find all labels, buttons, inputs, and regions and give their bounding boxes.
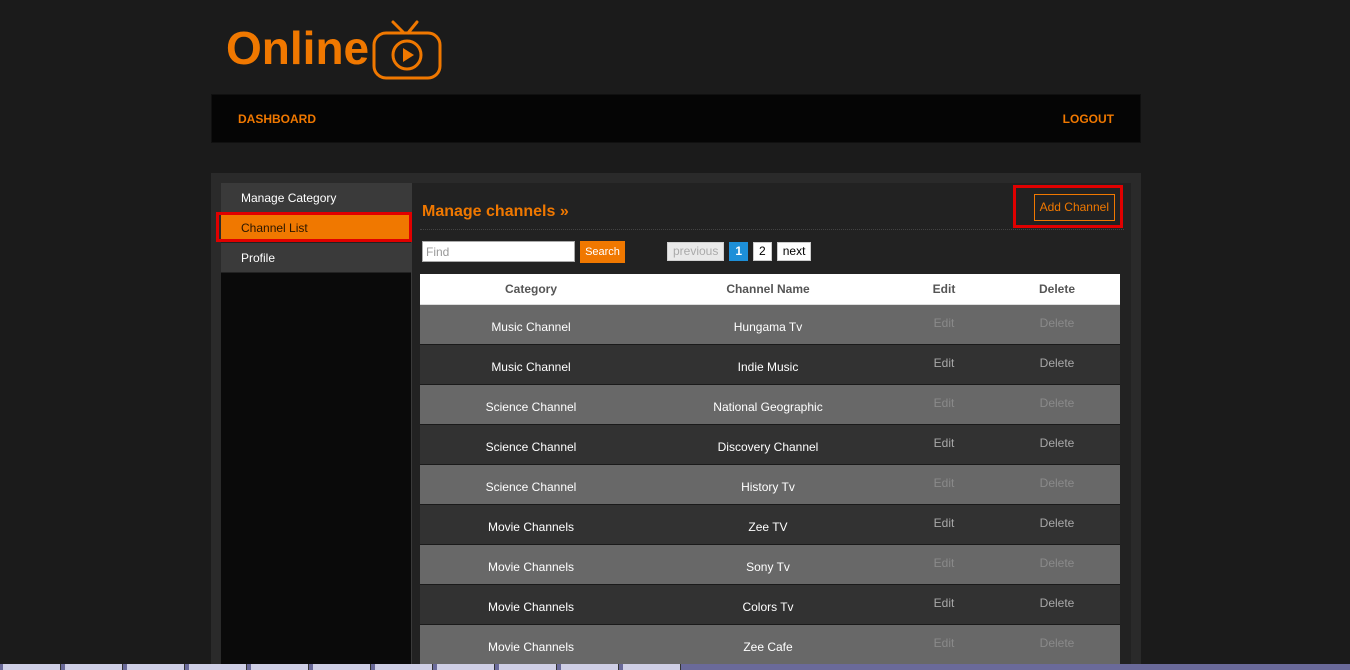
cell-category: Music Channel xyxy=(420,303,642,344)
delete-link[interactable]: Delete xyxy=(994,623,1120,664)
pagination: previous 1 2 next xyxy=(667,242,812,261)
cell-channel-name: National Geographic xyxy=(642,383,894,424)
delete-link[interactable]: Delete xyxy=(994,583,1120,624)
cell-category: Science Channel xyxy=(420,463,642,504)
table-row: Music Channel Indie Music Edit Delete xyxy=(420,343,1120,384)
pager-page-2[interactable]: 2 xyxy=(753,242,772,261)
taskbar-button[interactable] xyxy=(65,664,123,670)
sidebar: Manage Category Channel List Profile xyxy=(221,183,411,670)
nav-logout-link[interactable]: LOGOUT xyxy=(1063,112,1114,126)
cell-category: Movie Channels xyxy=(420,503,642,544)
taskbar-button[interactable] xyxy=(437,664,495,670)
table-row: Movie Channels Sony Tv Edit Delete xyxy=(420,543,1120,584)
taskbar-button[interactable] xyxy=(3,664,61,670)
edit-link[interactable]: Edit xyxy=(894,543,994,584)
taskbar-button[interactable] xyxy=(313,664,371,670)
header-delete: Delete xyxy=(994,274,1120,305)
main-container: Manage Category Channel List Profile Man… xyxy=(211,173,1141,670)
delete-link[interactable]: Delete xyxy=(994,543,1120,584)
cell-channel-name: Discovery Channel xyxy=(642,423,894,464)
cell-channel-name: Zee Cafe xyxy=(642,623,894,664)
page: Online DASHBOARD LOGOUT Manage Category … xyxy=(0,0,1350,670)
table-row: Science Channel History Tv Edit Delete xyxy=(420,463,1120,504)
table-row: Science Channel National Geographic Edit… xyxy=(420,383,1120,424)
table-row: Movie Channels Zee TV Edit Delete xyxy=(420,503,1120,544)
pager-page-1[interactable]: 1 xyxy=(729,242,749,261)
cell-channel-name: Indie Music xyxy=(642,343,894,384)
cell-channel-name: Sony Tv xyxy=(642,543,894,584)
header-edit: Edit xyxy=(894,274,994,305)
sidebar-item-profile[interactable]: Profile xyxy=(221,243,411,273)
cell-category: Science Channel xyxy=(420,423,642,464)
taskbar-button[interactable] xyxy=(251,664,309,670)
tv-play-icon xyxy=(371,19,443,80)
table-row: Science Channel Discovery Channel Edit D… xyxy=(420,423,1120,464)
table-row: Movie Channels Colors Tv Edit Delete xyxy=(420,583,1120,624)
edit-link[interactable]: Edit xyxy=(894,503,994,544)
taskbar-button[interactable] xyxy=(561,664,619,670)
delete-link[interactable]: Delete xyxy=(994,423,1120,464)
edit-link[interactable]: Edit xyxy=(894,623,994,664)
taskbar xyxy=(0,664,1350,670)
delete-link[interactable]: Delete xyxy=(994,343,1120,384)
cell-category: Movie Channels xyxy=(420,583,642,624)
cell-category: Movie Channels xyxy=(420,543,642,584)
cell-category: Science Channel xyxy=(420,383,642,424)
add-channel-button[interactable]: Add Channel xyxy=(1033,194,1115,221)
page-title: Manage channels » xyxy=(422,203,569,220)
search-button[interactable]: Search xyxy=(580,241,625,263)
edit-link[interactable]: Edit xyxy=(894,383,994,424)
logo-text: Online xyxy=(226,22,370,74)
delete-link[interactable]: Delete xyxy=(994,463,1120,504)
cell-channel-name: History Tv xyxy=(642,463,894,504)
site-logo[interactable]: Online xyxy=(226,16,443,80)
content-panel: Manage channels » Add Channel Search pre… xyxy=(411,183,1131,670)
cell-category: Music Channel xyxy=(420,343,642,384)
table-row: Movie Channels Zee Cafe Edit Delete xyxy=(420,623,1120,664)
header-channel-name: Channel Name xyxy=(642,274,894,305)
edit-link[interactable]: Edit xyxy=(894,343,994,384)
title-divider xyxy=(420,229,1124,230)
taskbar-button[interactable] xyxy=(127,664,185,670)
channel-table: Category Channel Name Edit Delete Music … xyxy=(420,274,1120,664)
taskbar-button[interactable] xyxy=(375,664,433,670)
cell-category: Movie Channels xyxy=(420,623,642,664)
edit-link[interactable]: Edit xyxy=(894,423,994,464)
edit-link[interactable]: Edit xyxy=(894,583,994,624)
sidebar-item-manage-category[interactable]: Manage Category xyxy=(221,183,411,213)
cell-channel-name: Colors Tv xyxy=(642,583,894,624)
table-header-row: Category Channel Name Edit Delete xyxy=(420,274,1120,305)
delete-link[interactable]: Delete xyxy=(994,383,1120,424)
taskbar-button[interactable] xyxy=(189,664,247,670)
header-category: Category xyxy=(420,274,642,305)
top-navigation: DASHBOARD LOGOUT xyxy=(211,94,1141,143)
pager-previous[interactable]: previous xyxy=(667,242,725,261)
delete-link[interactable]: Delete xyxy=(994,303,1120,344)
delete-link[interactable]: Delete xyxy=(994,503,1120,544)
edit-link[interactable]: Edit xyxy=(894,463,994,504)
pager-next[interactable]: next xyxy=(776,242,812,261)
search-input[interactable] xyxy=(422,241,575,262)
sidebar-item-channel-list[interactable]: Channel List xyxy=(221,213,411,243)
cell-channel-name: Zee TV xyxy=(642,503,894,544)
edit-link[interactable]: Edit xyxy=(894,303,994,344)
table-row: Music Channel Hungama Tv Edit Delete xyxy=(420,303,1120,344)
cell-channel-name: Hungama Tv xyxy=(642,303,894,344)
nav-dashboard-link[interactable]: DASHBOARD xyxy=(238,112,316,126)
taskbar-button[interactable] xyxy=(623,664,681,670)
taskbar-button[interactable] xyxy=(499,664,557,670)
